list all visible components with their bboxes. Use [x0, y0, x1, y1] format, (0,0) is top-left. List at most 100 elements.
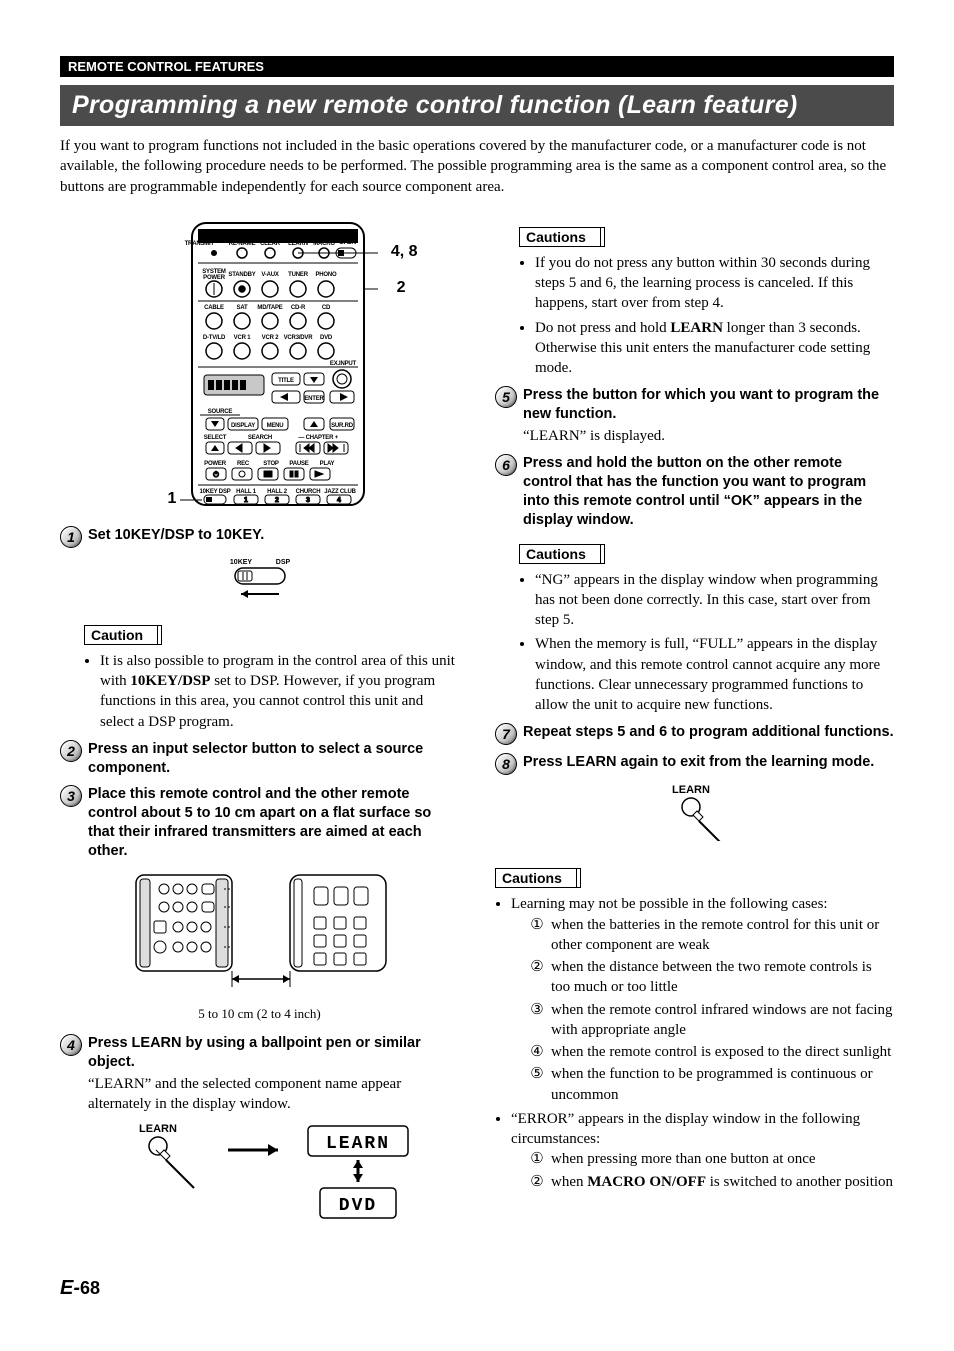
- svg-text:VCR 1: VCR 1: [233, 335, 251, 341]
- svg-text:CD-R: CD-R: [290, 305, 305, 311]
- cautions-r3-lead2: “ERROR” appears in the display window in…: [511, 1109, 894, 1192]
- switch-diagram-1: 10KEY DSP: [60, 554, 459, 603]
- step-8: 8 Press LEARN again to exit from the lea…: [495, 753, 894, 775]
- svg-text:4: 4: [337, 497, 341, 504]
- step-3-title: Place this remote control and the other …: [88, 785, 459, 860]
- step-1: 1 Set 10KEY/DSP to 10KEY.: [60, 526, 459, 548]
- svg-text:V-AUX: V-AUX: [261, 272, 279, 278]
- svg-text:CD: CD: [321, 305, 330, 311]
- cautions-r1-list: If you do not press any button within 30…: [519, 253, 894, 379]
- callout-4-8: 4, 8: [391, 243, 418, 261]
- step-badge-1: 1: [60, 526, 82, 548]
- step-badge-8: 8: [495, 753, 517, 775]
- svg-text:TUNER: TUNER: [288, 272, 309, 278]
- step-7: 7 Repeat steps 5 and 6 to program additi…: [495, 723, 894, 745]
- svg-text:1: 1: [244, 497, 248, 504]
- svg-text:PLAY: PLAY: [319, 461, 334, 467]
- step-1-title: Set 10KEY/DSP to 10KEY.: [88, 526, 459, 545]
- caution-1-list: It is also possible to program in the co…: [84, 651, 459, 732]
- svg-text:10KEY DSP: 10KEY DSP: [199, 489, 230, 495]
- svg-text:DISPLAY: DISPLAY: [230, 423, 254, 429]
- svg-text:CLEAR: CLEAR: [260, 241, 281, 247]
- svg-text:LEARN: LEARN: [288, 241, 308, 247]
- svg-text:EX.INPUT: EX.INPUT: [329, 361, 356, 367]
- caution-1-item: It is also possible to program in the co…: [100, 651, 459, 732]
- step-8-title: Press LEARN again to exit from the learn…: [523, 753, 894, 772]
- svg-text:TITLE: TITLE: [278, 378, 294, 384]
- svg-text:MENU: MENU: [266, 423, 283, 429]
- step-6-title: Press and hold the button on the other r…: [523, 454, 894, 529]
- svg-text:MACRO: MACRO: [313, 241, 335, 247]
- step-4-title: Press LEARN by using a ballpoint pen or …: [88, 1034, 459, 1072]
- svg-text:HALL 2: HALL 2: [267, 489, 288, 495]
- cautions-label-r2: Cautions: [519, 544, 601, 564]
- cautions-r2-item-2: When the memory is full, “FULL” appears …: [535, 634, 894, 715]
- step-badge-2: 2: [60, 740, 82, 762]
- cautions-r3-list: Learning may not be possible in the foll…: [495, 894, 894, 1192]
- svg-text:SEARCH: SEARCH: [247, 435, 271, 441]
- page-number: E-68: [60, 1277, 894, 1300]
- learn-diagram: LEARN LEARN DVD: [60, 1120, 459, 1235]
- svg-text:10KEY: 10KEY: [229, 559, 252, 566]
- step-5-body: “LEARN” is displayed.: [523, 426, 894, 446]
- left-column: TRANSMIT RE-NAME CLEAR LEARN MACRO OFF O…: [60, 217, 459, 1247]
- svg-text:D-TV/LD: D-TV/LD: [202, 335, 225, 341]
- svg-text:STOP: STOP: [263, 461, 279, 467]
- svg-text:LEARN: LEARN: [326, 1134, 390, 1154]
- caution-label-1: Caution: [84, 625, 158, 645]
- svg-text:SELECT: SELECT: [203, 435, 226, 441]
- callout-1: 1: [168, 490, 177, 508]
- intro-paragraph: If you want to program functions not inc…: [60, 136, 894, 197]
- svg-text:CHURCH: CHURCH: [295, 489, 320, 495]
- remote-diagram: TRANSMIT RE-NAME CLEAR LEARN MACRO OFF O…: [120, 217, 400, 507]
- right-column: Cautions If you do not press any button …: [495, 217, 894, 1247]
- svg-text:CABLE: CABLE: [204, 305, 224, 311]
- step-6: 6 Press and hold the button on the other…: [495, 454, 894, 529]
- remote-diagram-wrapper: TRANSMIT RE-NAME CLEAR LEARN MACRO OFF O…: [120, 217, 400, 512]
- svg-text:POWER: POWER: [203, 275, 226, 281]
- svg-text:LEARN: LEARN: [672, 784, 710, 796]
- cautions-label-r1: Cautions: [519, 227, 601, 247]
- callout-2: 2: [397, 279, 406, 297]
- placement-diagram: 5 to 10 cm (2 to 4 inch): [60, 867, 459, 1022]
- svg-text:REC: REC: [236, 461, 249, 467]
- cautions-label-r3: Cautions: [495, 868, 577, 888]
- step-badge-4: 4: [60, 1034, 82, 1056]
- svg-text:3: 3: [306, 497, 310, 504]
- step-5: 5 Press the button for which you want to…: [495, 386, 894, 446]
- learn-exit-diagram: LEARN: [495, 781, 894, 846]
- svg-text:HALL 1: HALL 1: [236, 489, 257, 495]
- step-badge-3: 3: [60, 785, 82, 807]
- step-5-title: Press the button for which you want to p…: [523, 386, 894, 424]
- svg-text:DSP: DSP: [275, 559, 290, 566]
- step-3: 3 Place this remote control and the othe…: [60, 785, 459, 860]
- svg-text:VCR3/DVR: VCR3/DVR: [283, 335, 313, 341]
- placement-caption: 5 to 10 cm (2 to 4 inch): [60, 1006, 459, 1022]
- svg-text:STANDBY: STANDBY: [228, 272, 255, 278]
- svg-text:— CHAPTER +: — CHAPTER +: [298, 435, 338, 441]
- cautions-r1-item-2: Do not press and hold LEARN longer than …: [535, 318, 894, 379]
- svg-text:LEARN: LEARN: [139, 1123, 177, 1135]
- svg-text:PAUSE: PAUSE: [289, 461, 308, 467]
- svg-text:POWER: POWER: [204, 461, 227, 467]
- svg-text:2: 2: [275, 497, 279, 504]
- svg-text:⏻: ⏻: [213, 471, 219, 479]
- svg-text:SAT: SAT: [236, 305, 247, 311]
- svg-text:DVD: DVD: [319, 335, 332, 341]
- step-badge-6: 6: [495, 454, 517, 476]
- step-4-body: “LEARN” and the selected component name …: [88, 1074, 459, 1115]
- svg-text:RE-NAME: RE-NAME: [228, 241, 255, 247]
- svg-text:PHONO: PHONO: [315, 272, 337, 278]
- svg-text:TRANSMIT: TRANSMIT: [184, 241, 214, 247]
- step-7-title: Repeat steps 5 and 6 to program addition…: [523, 723, 894, 742]
- cautions-r2-item-1: “NG” appears in the display window when …: [535, 570, 894, 631]
- step-2: 2 Press an input selector button to sele…: [60, 740, 459, 778]
- step-2-title: Press an input selector button to select…: [88, 740, 459, 778]
- step-4: 4 Press LEARN by using a ballpoint pen o…: [60, 1034, 459, 1114]
- svg-text:SUR.RD: SUR.RD: [331, 423, 354, 429]
- page-title: Programming a new remote control functio…: [60, 85, 894, 126]
- svg-text:MACRO: MACRO: [335, 235, 357, 241]
- step-badge-7: 7: [495, 723, 517, 745]
- cautions-r3-lead1: Learning may not be possible in the foll…: [511, 894, 894, 1105]
- svg-text:ENTER: ENTER: [304, 396, 324, 402]
